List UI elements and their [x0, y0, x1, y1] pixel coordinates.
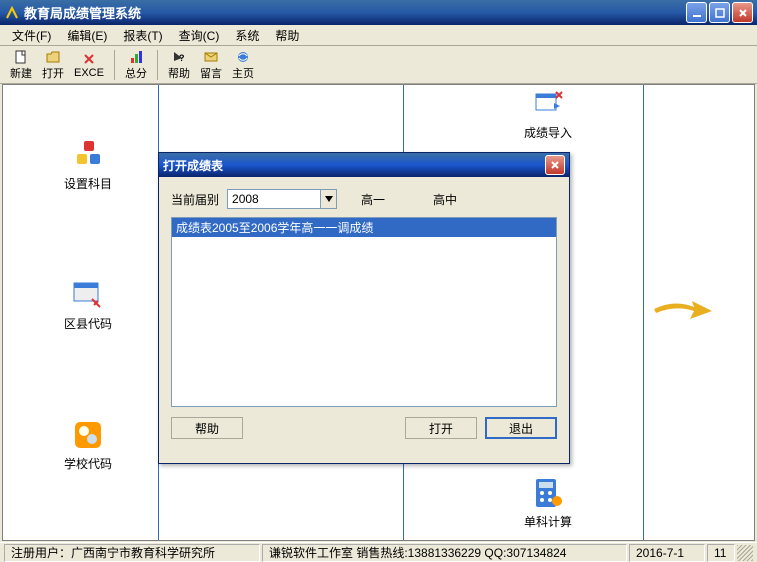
- school-type-label: 高中: [433, 191, 457, 208]
- svg-text:?: ?: [179, 53, 185, 63]
- toolbar-separator-2: [157, 50, 158, 80]
- dialog-exit-button[interactable]: 退出: [485, 417, 557, 439]
- dialog-filter-row: 当前届别 2008 高一 高中: [171, 189, 557, 209]
- dialog-titlebar: 打开成绩表: [159, 153, 569, 177]
- menu-edit[interactable]: 编辑(E): [59, 25, 115, 46]
- icon-label: 成绩导入: [524, 124, 572, 141]
- tool-new-label: 新建: [10, 65, 32, 81]
- icon-label: 区县代码: [64, 315, 112, 332]
- grade-label: 高一: [361, 191, 385, 208]
- icon-label: 设置科目: [64, 175, 112, 192]
- main-titlebar: 教育局成绩管理系统: [0, 0, 757, 25]
- tool-msg-label: 留言: [200, 65, 222, 81]
- message-icon: [203, 49, 219, 65]
- window-icon: [72, 279, 104, 311]
- cubes-icon: [72, 139, 104, 171]
- icon-single-calc[interactable]: 单科计算: [513, 477, 583, 530]
- toolbar-separator: [114, 50, 115, 80]
- folder-icon: [72, 419, 104, 451]
- menu-file[interactable]: 文件(F): [4, 25, 59, 46]
- year-combobox[interactable]: 2008: [227, 189, 337, 209]
- tool-help[interactable]: ? 帮助: [164, 48, 194, 82]
- tool-total[interactable]: 总分: [121, 48, 151, 82]
- menubar: 文件(F) 编辑(E) 报表(T) 查询(C) 系统 帮助: [0, 25, 757, 46]
- icon-label: 单科计算: [524, 513, 572, 530]
- tool-help-label: 帮助: [168, 65, 190, 81]
- status-user: 注册用户：广西南宁市教育科学研究所: [4, 544, 260, 562]
- icon-import-score[interactable]: 成绩导入: [513, 88, 583, 141]
- app-icon: [4, 5, 20, 21]
- tool-home-label: 主页: [232, 65, 254, 81]
- tool-total-label: 总分: [125, 65, 147, 81]
- toolbar: 新建 打开 EXCE 总分 ? 帮助 留言 主页: [0, 46, 757, 84]
- chart-icon: [128, 49, 144, 65]
- icon-label: 学校代码: [64, 455, 112, 472]
- tool-exce-label: EXCE: [74, 67, 104, 79]
- maximize-button[interactable]: [709, 2, 730, 23]
- icon-school-code[interactable]: 学校代码: [53, 419, 123, 472]
- dialog-help-button[interactable]: 帮助: [171, 417, 243, 439]
- arrow-icon: [654, 297, 714, 317]
- tool-new[interactable]: 新建: [6, 48, 36, 82]
- status-extra: 11: [707, 544, 735, 562]
- status-date: 2016-7-1: [629, 544, 705, 562]
- menu-report[interactable]: 报表(T): [115, 25, 170, 46]
- home-icon: [235, 49, 251, 65]
- new-icon: [13, 49, 29, 65]
- divider-line: [643, 85, 644, 540]
- status-vendor: 谦锐软件工作室 销售热线:13881336229 QQ:307134824: [262, 544, 627, 562]
- dialog-close-button[interactable]: [545, 155, 565, 175]
- dropdown-arrow-icon: [320, 190, 336, 208]
- tool-msg[interactable]: 留言: [196, 48, 226, 82]
- dialog-title: 打开成绩表: [163, 157, 545, 174]
- icon-district-code[interactable]: 区县代码: [53, 279, 123, 332]
- year-value: 2008: [228, 192, 320, 206]
- tool-exce[interactable]: EXCE: [70, 50, 108, 80]
- dialog-open-button[interactable]: 打开: [405, 417, 477, 439]
- calc-icon: [532, 477, 564, 509]
- import-icon: [532, 88, 564, 120]
- minimize-button[interactable]: [686, 2, 707, 23]
- icon-set-subject[interactable]: 设置科目: [53, 139, 123, 192]
- menu-help[interactable]: 帮助: [267, 25, 307, 46]
- help-icon: ?: [171, 49, 187, 65]
- menu-query[interactable]: 查询(C): [171, 25, 228, 46]
- resize-grip[interactable]: [737, 545, 753, 561]
- statusbar: 注册用户：广西南宁市教育科学研究所 谦锐软件工作室 销售热线:138813362…: [0, 542, 757, 562]
- tool-home[interactable]: 主页: [228, 48, 258, 82]
- close-button[interactable]: [732, 2, 753, 23]
- tool-open[interactable]: 打开: [38, 48, 68, 82]
- app-title: 教育局成绩管理系统: [24, 3, 686, 22]
- current-year-label: 当前届别: [171, 191, 219, 208]
- open-icon: [45, 49, 61, 65]
- menu-system[interactable]: 系统: [227, 25, 267, 46]
- tool-open-label: 打开: [42, 65, 64, 81]
- score-table-listbox[interactable]: 成绩表2005至2006学年高一一调成绩: [171, 217, 557, 407]
- excel-icon: [81, 51, 97, 67]
- open-score-dialog: 打开成绩表 当前届别 2008 高一 高中 成绩表2005至2006学年高一一调…: [158, 152, 570, 464]
- list-item[interactable]: 成绩表2005至2006学年高一一调成绩: [172, 218, 556, 237]
